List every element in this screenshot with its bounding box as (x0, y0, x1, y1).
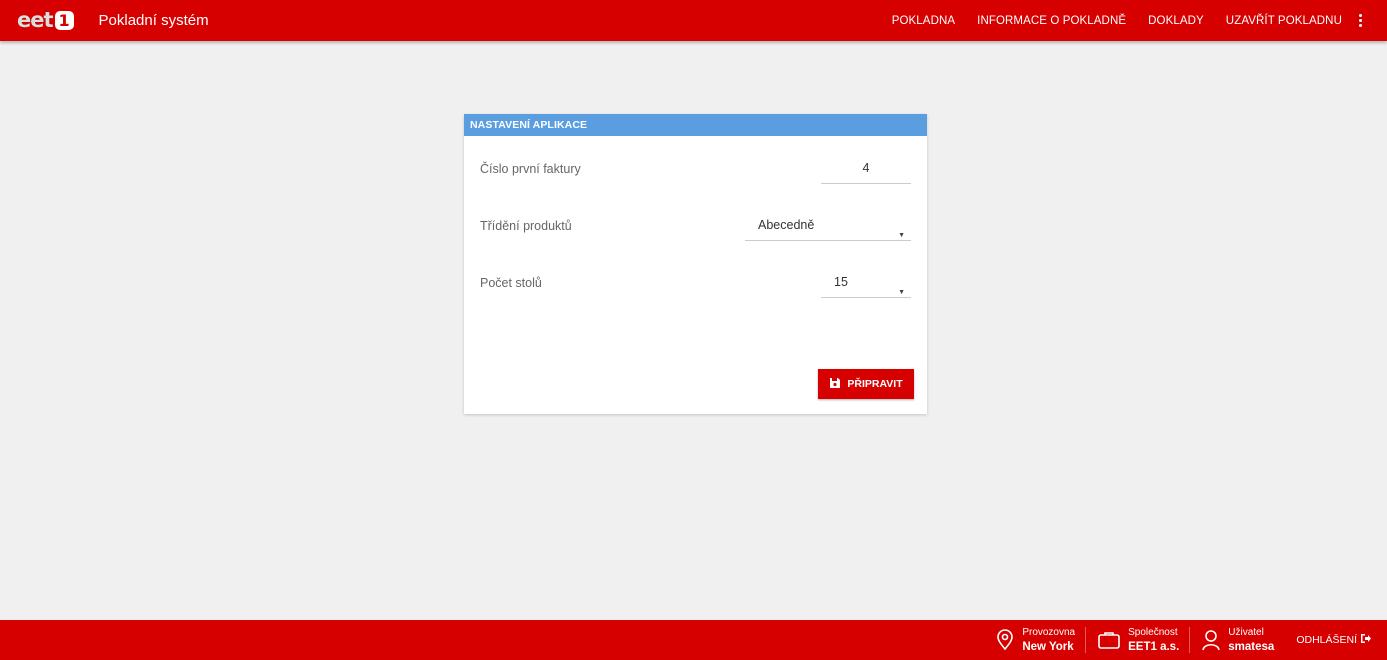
user-value: smatesa (1228, 641, 1275, 653)
user-label: Uživatel (1228, 627, 1264, 638)
nav-uzavrit-pokladnu[interactable]: UZAVŘÍT POKLADNU (1226, 15, 1342, 27)
branch-value: New York (1022, 641, 1074, 653)
product-sort-row: Třídění produktů Abecedně ▼ (480, 211, 911, 241)
prepare-button-label: PŘIPRAVIT (847, 378, 903, 390)
table-count-select[interactable]: 15 ▼ (821, 268, 911, 298)
app-header: eet 1 Pokladní systém POKLADNA INFORMACE… (0, 0, 1387, 41)
first-invoice-row: Číslo první faktury 4 (480, 154, 911, 184)
menu-dots-icon[interactable] (1358, 14, 1362, 27)
dropdown-arrow-icon: ▼ (898, 289, 905, 296)
table-count-label: Počet stolů (480, 276, 542, 290)
logo-number: 1 (54, 11, 74, 30)
first-invoice-input[interactable]: 4 (821, 154, 911, 184)
branch-label: Provozovna (1022, 627, 1076, 638)
logout-button[interactable]: ODHLÁŠENÍ (1284, 633, 1387, 647)
card-title: NASTAVENÍ APLIKACE (464, 114, 927, 136)
first-invoice-label: Číslo první faktury (480, 162, 581, 176)
table-count-row: Počet stolů 15 ▼ (480, 268, 911, 298)
nav-pokladna[interactable]: POKLADNA (892, 15, 955, 27)
company-value: EET1 a.s. (1128, 641, 1180, 653)
logout-label: ODHLÁŠENÍ (1296, 634, 1357, 646)
branch-info[interactable]: Provozovna New York (984, 627, 1087, 653)
company-info[interactable]: Společnost EET1 a.s. (1086, 627, 1191, 653)
app-title: Pokladní systém (98, 12, 209, 29)
product-sort-select[interactable]: Abecedně ▼ (745, 211, 911, 241)
logo-text: eet (17, 8, 54, 32)
user-icon (1200, 629, 1222, 651)
user-info[interactable]: Uživatel smatesa (1190, 627, 1284, 653)
product-sort-value: Abecedně (758, 218, 815, 232)
eet-logo[interactable]: eet 1 (17, 0, 74, 41)
table-count-value: 15 (834, 275, 848, 289)
company-label: Společnost (1128, 627, 1178, 638)
briefcase-icon (1096, 629, 1122, 651)
location-pin-icon (994, 629, 1016, 651)
nav-informace-o-pokladne[interactable]: INFORMACE O POKLADNĚ (977, 15, 1126, 27)
dropdown-arrow-icon: ▼ (898, 232, 905, 239)
product-sort-label: Třídění produktů (480, 219, 572, 233)
nav-doklady[interactable]: DOKLADY (1148, 15, 1204, 27)
app-footer: Provozovna New York Společnost EET1 a.s.… (0, 620, 1387, 660)
prepare-button[interactable]: PŘIPRAVIT (818, 369, 914, 399)
main-nav: POKLADNA INFORMACE O POKLADNĚ DOKLADY UZ… (892, 0, 1387, 41)
settings-card: NASTAVENÍ APLIKACE Číslo první faktury 4… (464, 114, 927, 414)
logout-icon (1360, 633, 1371, 647)
save-icon (829, 377, 841, 392)
